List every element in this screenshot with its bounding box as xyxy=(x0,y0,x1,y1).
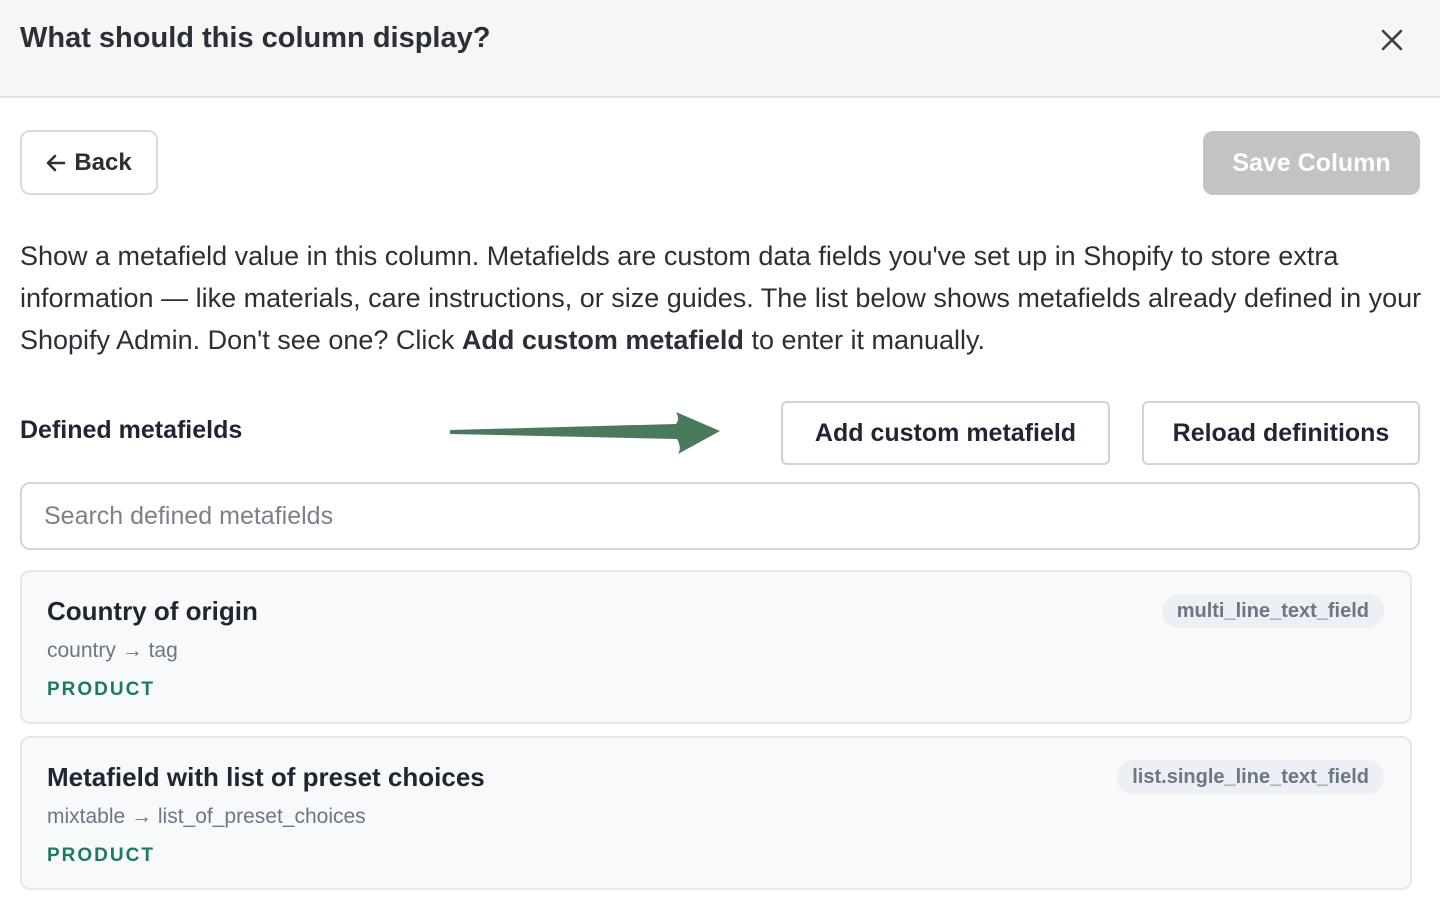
metafield-name: Metafield with list of preset choices xyxy=(47,762,485,792)
reload-definitions-button[interactable]: Reload definitions xyxy=(1142,401,1420,465)
metafield-key: list_of_preset_choices xyxy=(157,805,366,828)
close-button[interactable] xyxy=(1370,20,1414,60)
metafield-type-badge: multi_line_text_field xyxy=(1161,594,1384,628)
metafield-card[interactable]: Metafield with list of preset choices mi… xyxy=(20,736,1412,890)
description: Show a metafield value in this column. M… xyxy=(20,235,1430,361)
metafield-namespace: country xyxy=(47,639,116,662)
add-custom-metafield-button[interactable]: Add custom metafield xyxy=(781,401,1110,465)
metafield-card[interactable]: Country of origin country → tag PRODUCT … xyxy=(20,570,1412,724)
save-column-button[interactable]: Save Column xyxy=(1203,131,1420,195)
search-input[interactable] xyxy=(20,482,1420,550)
arrow-left-icon xyxy=(47,154,66,171)
back-button[interactable]: Back xyxy=(20,130,158,195)
metafield-key: tag xyxy=(148,639,178,662)
metafield-path-arrow: → xyxy=(121,639,143,662)
description-emphasis: Add custom metafield xyxy=(461,325,744,355)
description-text-end: to enter it manually. xyxy=(743,325,986,355)
metafield-path: mixtable → list_of_preset_choices xyxy=(47,805,366,829)
metafield-name: Country of origin xyxy=(47,596,258,626)
metafield-path: country → tag xyxy=(47,639,178,663)
metafield-owner: PRODUCT xyxy=(47,679,155,700)
modal-header: What should this column display? xyxy=(0,0,1440,98)
metafield-namespace: mixtable xyxy=(47,805,126,828)
modal-title: What should this column display? xyxy=(20,22,491,54)
close-icon xyxy=(1381,29,1403,51)
metafield-path-arrow: → xyxy=(131,805,153,828)
metafield-type-badge: list.single_line_text_field xyxy=(1117,760,1384,794)
section-label: Defined metafields xyxy=(20,416,243,444)
arrow-right-icon xyxy=(450,412,720,454)
back-button-label: Back xyxy=(74,148,132,176)
metafield-owner: PRODUCT xyxy=(47,845,155,866)
